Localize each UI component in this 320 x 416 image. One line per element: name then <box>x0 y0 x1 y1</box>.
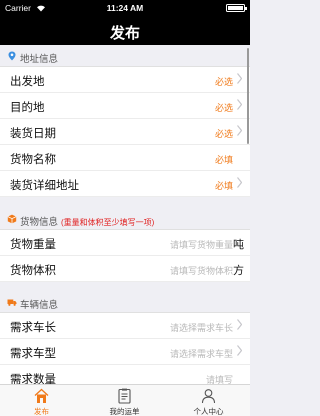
tab-publish-label: 发布 <box>34 407 49 416</box>
person-icon <box>201 389 216 404</box>
page-title: 发布 <box>109 25 140 42</box>
chevron-right-icon <box>237 99 242 110</box>
box-icon <box>7 214 17 224</box>
truck-icon <box>7 299 17 306</box>
vehicle-type-label: 需求车型 <box>10 348 56 360</box>
departure-label: 出发地 <box>10 76 45 88</box>
load-address-status: 必填 <box>214 181 233 191</box>
section-cargo-header: 货物信息 (重量和体积至少填写一项) <box>0 208 250 230</box>
cargo-volume-label: 货物体积 <box>10 265 56 277</box>
section-address-header: 地址信息 <box>0 45 250 67</box>
cargo-volume-input[interactable]: 请填写货物体积 <box>170 264 233 277</box>
tab-bar: 发布 我的运单 个人中心 <box>0 384 250 416</box>
tab-profile[interactable]: 个人中心 <box>167 385 250 416</box>
tab-my-waybills-label: 我的运单 <box>109 407 140 416</box>
load-date-status: 必选 <box>214 129 233 139</box>
cargo-name-status: 必填 <box>214 155 233 165</box>
vehicle-length-select[interactable]: 请选择需求车长 <box>170 321 233 334</box>
chevron-right-icon <box>237 177 242 188</box>
chevron-right-icon <box>237 345 242 356</box>
status-time: 11:24 AM <box>106 3 144 13</box>
row-cargo-name[interactable]: 货物名称 必填 <box>0 145 250 171</box>
waybill-icon <box>118 388 131 404</box>
row-departure[interactable]: 出发地 必选 <box>0 67 250 93</box>
location-pin-icon <box>8 51 16 61</box>
cargo-weight-label: 货物重量 <box>10 239 56 251</box>
tab-profile-label: 个人中心 <box>193 407 224 416</box>
row-destination[interactable]: 目的地 必选 <box>0 93 250 119</box>
cargo-volume-unit: 方 <box>233 265 244 277</box>
row-load-address[interactable]: 装货详细地址 必填 <box>0 171 250 197</box>
row-cargo-weight[interactable]: 货物重量 请填写货物重量 吨 <box>0 230 250 256</box>
departure-status: 必选 <box>214 77 233 87</box>
row-cargo-volume[interactable]: 货物体积 请填写货物体积 方 <box>0 256 250 282</box>
section-vehicle-header: 车辆信息 <box>0 291 250 313</box>
house-icon <box>34 388 49 403</box>
section-address-title: 地址信息 <box>20 54 59 65</box>
battery-icon <box>226 4 247 12</box>
tab-publish[interactable]: 发布 <box>0 385 83 416</box>
scroll-indicator[interactable] <box>247 48 249 144</box>
chevron-right-icon <box>237 319 242 330</box>
destination-status: 必选 <box>214 103 233 113</box>
load-address-label: 装货详细地址 <box>10 180 79 192</box>
row-vehicle-length[interactable]: 需求车长 请选择需求车长 <box>0 313 250 339</box>
nav-bar: 发布 <box>0 16 250 45</box>
load-date-label: 装货日期 <box>10 128 56 140</box>
cargo-weight-input[interactable]: 请填写货物重量 <box>170 238 233 251</box>
tab-my-waybills[interactable]: 我的运单 <box>83 385 166 416</box>
section-cargo-title: 货物信息 <box>20 217 59 228</box>
row-load-date[interactable]: 装货日期 必选 <box>0 119 250 145</box>
section-cargo-note: (重量和体积至少填写一项) <box>61 218 155 227</box>
cargo-weight-unit: 吨 <box>233 239 244 251</box>
destination-label: 目的地 <box>10 102 45 114</box>
status-bar: Carrier 11:24 AM <box>0 0 250 16</box>
section-vehicle-title: 车辆信息 <box>20 300 59 311</box>
vehicle-type-select[interactable]: 请选择需求车型 <box>170 347 233 360</box>
row-vehicle-type[interactable]: 需求车型 请选择需求车型 <box>0 339 250 365</box>
cargo-name-label: 货物名称 <box>10 154 56 166</box>
chevron-right-icon <box>237 73 242 84</box>
vehicle-length-label: 需求车长 <box>10 322 56 334</box>
chevron-right-icon <box>237 125 242 136</box>
